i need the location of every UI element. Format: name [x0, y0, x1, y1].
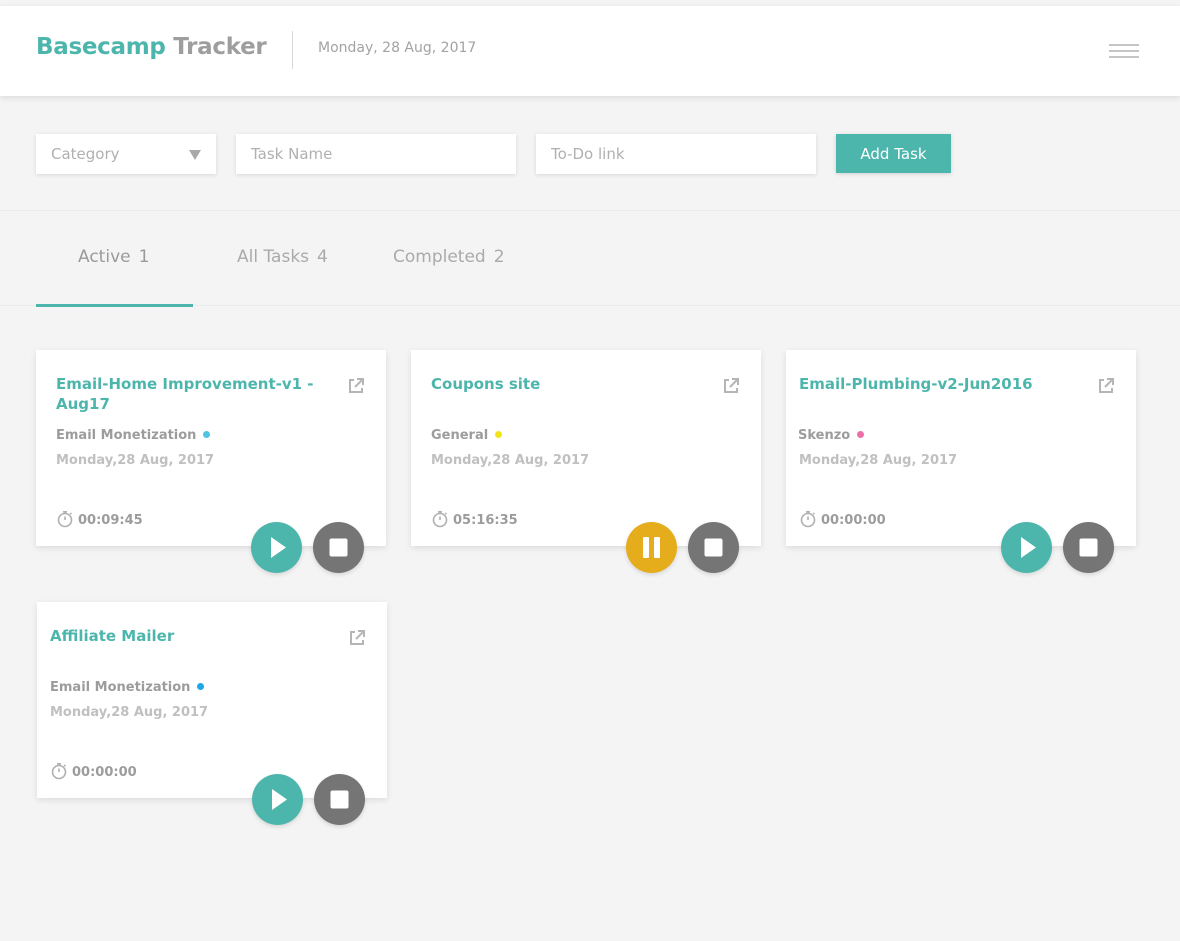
task-elapsed: 05:16:35 — [431, 510, 518, 528]
tab-label: All Tasks — [237, 247, 310, 267]
stop-button[interactable] — [314, 774, 365, 825]
tab-count: 4 — [317, 247, 328, 267]
task-date: Monday,28 Aug, 2017 — [431, 453, 590, 468]
brand-logo[interactable]: Basecamp Tracker — [36, 34, 267, 60]
play-button[interactable] — [252, 774, 303, 825]
category-color-dot — [495, 431, 503, 438]
category-color-dot — [857, 431, 865, 438]
category-select-label: Category — [51, 145, 120, 163]
stop-icon — [329, 538, 348, 557]
brand-name-secondary: Tracker — [173, 34, 267, 60]
header-divider — [292, 31, 293, 69]
task-category-label: Skenzo — [798, 428, 851, 443]
task-card: Affiliate Mailer Email Monetization Mond… — [37, 602, 387, 825]
task-elapsed: 00:00:00 — [50, 762, 137, 780]
stop-button[interactable] — [313, 522, 364, 573]
task-category: Email Monetization — [50, 680, 205, 695]
play-icon — [271, 537, 286, 558]
tab-label: Active — [78, 247, 131, 267]
category-color-dot — [203, 431, 211, 438]
elapsed-time-value: 05:16:35 — [453, 513, 518, 528]
brand-name-primary: Basecamp — [36, 34, 166, 60]
play-icon — [272, 789, 287, 810]
header-date: Monday, 28 Aug, 2017 — [318, 40, 477, 56]
task-card: Email-Plumbing-v2-Jun2016 Skenzo Monday,… — [786, 350, 1136, 573]
task-elapsed: 00:00:00 — [799, 510, 886, 528]
tab-label: Completed — [393, 247, 486, 267]
task-card: Coupons site General Monday,28 Aug, 2017… — [411, 350, 761, 573]
elapsed-time-value: 00:09:45 — [78, 513, 143, 528]
play-button[interactable] — [1001, 522, 1052, 573]
hamburger-icon[interactable] — [1106, 40, 1142, 62]
app-header: Basecamp Tracker Monday, 28 Aug, 2017 — [0, 6, 1180, 96]
task-tabs: Active 1 All Tasks 4 Completed 2 — [0, 210, 1180, 307]
task-title: Email-Plumbing-v2-Jun2016 — [799, 375, 1033, 393]
stop-icon — [704, 538, 723, 557]
caret-down-icon — [189, 150, 201, 160]
tab-count: 2 — [493, 247, 505, 267]
task-category: Skenzo — [798, 428, 865, 443]
stop-icon — [330, 790, 349, 809]
task-category: Email Monetization — [56, 428, 211, 443]
category-select[interactable]: Category — [36, 134, 216, 174]
external-link-icon[interactable] — [346, 376, 366, 396]
task-title: Coupons site — [431, 375, 541, 393]
task-date: Monday,28 Aug, 2017 — [799, 453, 958, 468]
elapsed-time-value: 00:00:00 — [821, 513, 886, 528]
task-title: Affiliate Mailer — [50, 627, 175, 645]
pause-icon — [643, 537, 660, 558]
task-category-label: Email Monetization — [50, 680, 191, 695]
task-name-input[interactable] — [236, 134, 516, 174]
task-date: Monday,28 Aug, 2017 — [56, 453, 215, 468]
task-category: General — [431, 428, 503, 443]
task-card: Email-Home Improvement-v1 -Aug17 Email M… — [36, 350, 386, 573]
category-color-dot — [197, 683, 205, 690]
stopwatch-icon — [51, 763, 67, 780]
stop-icon — [1079, 538, 1098, 557]
stop-button[interactable] — [1063, 522, 1114, 573]
active-tab-indicator — [36, 304, 193, 307]
stop-button[interactable] — [688, 522, 739, 573]
task-category-label: General — [431, 428, 489, 443]
stopwatch-icon — [57, 511, 73, 528]
task-elapsed: 00:09:45 — [56, 510, 143, 528]
stopwatch-icon — [800, 511, 816, 528]
task-category-label: Email Monetization — [56, 428, 197, 443]
play-button[interactable] — [251, 522, 302, 573]
add-task-button[interactable]: Add Task — [836, 134, 951, 173]
task-name-field — [236, 134, 516, 174]
external-link-icon[interactable] — [347, 628, 367, 648]
tab-active[interactable]: Active 1 — [78, 247, 149, 267]
pause-button[interactable] — [626, 522, 677, 573]
tab-count: 1 — [138, 247, 150, 267]
stopwatch-icon — [432, 511, 448, 528]
task-title: Email-Home Improvement-v1 -Aug17 — [56, 375, 314, 413]
external-link-icon[interactable] — [1096, 376, 1116, 396]
play-icon — [1021, 537, 1036, 558]
todo-link-input[interactable] — [536, 134, 816, 174]
tab-all-tasks[interactable]: All Tasks 4 — [237, 247, 328, 267]
todo-link-field — [536, 134, 816, 174]
tab-completed[interactable]: Completed 2 — [393, 247, 505, 267]
elapsed-time-value: 00:00:00 — [72, 765, 137, 780]
external-link-icon[interactable] — [721, 376, 741, 396]
task-date: Monday,28 Aug, 2017 — [50, 705, 209, 720]
